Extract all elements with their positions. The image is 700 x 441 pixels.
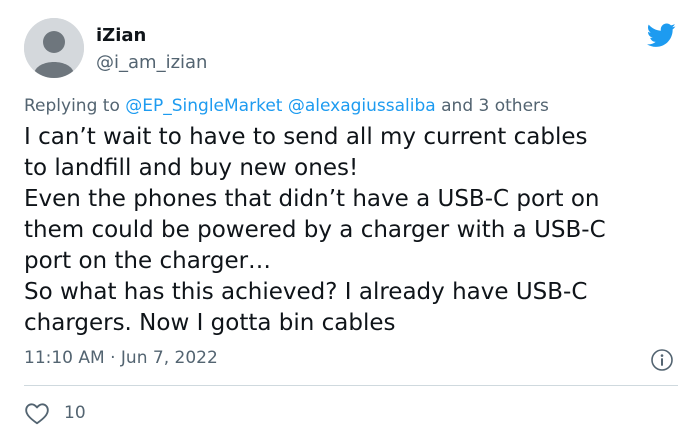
timestamp-separator: · (110, 348, 116, 368)
tweet-line: Even the phones that didn’t have a USB-C… (24, 186, 600, 212)
avatar[interactable] (24, 18, 84, 78)
user-handle[interactable]: @i_am_izian (96, 52, 207, 73)
default-avatar-icon (24, 18, 84, 78)
reply-prefix: Replying to (24, 96, 120, 116)
tweet-time: 11:10 AM (24, 348, 105, 368)
heart-icon (25, 403, 49, 425)
divider (24, 385, 678, 386)
tweet-line: I can’t wait to have to send all my curr… (24, 124, 588, 150)
tweet-line: them could be powered by a charger with … (24, 217, 606, 243)
tweet-line: to landfill and buy new ones! (24, 155, 359, 181)
like-button[interactable]: 10 (24, 401, 86, 425)
twitter-bird-icon[interactable] (646, 20, 676, 50)
like-count: 10 (64, 403, 86, 423)
tweet-text: I can’t wait to have to send all my curr… (24, 122, 684, 339)
tweet-line: chargers. Now I gotta bin cables (24, 310, 396, 336)
display-name[interactable]: iZian (96, 25, 146, 46)
tweet-date: Jun 7, 2022 (120, 348, 218, 368)
reply-suffix[interactable]: and 3 others (441, 96, 549, 116)
tweet-timestamp[interactable]: 11:10 AM · Jun 7, 2022 (24, 348, 218, 368)
reply-context: Replying to @EP_SingleMarket @alexagiuss… (24, 96, 549, 116)
info-icon[interactable] (650, 348, 674, 372)
mention-link[interactable]: @alexagiussaliba (288, 96, 436, 116)
tweet-line: port on the charger… (24, 248, 272, 274)
mention-link[interactable]: @EP_SingleMarket (125, 96, 282, 116)
tweet-line: So what has this achieved? I already hav… (24, 279, 588, 305)
